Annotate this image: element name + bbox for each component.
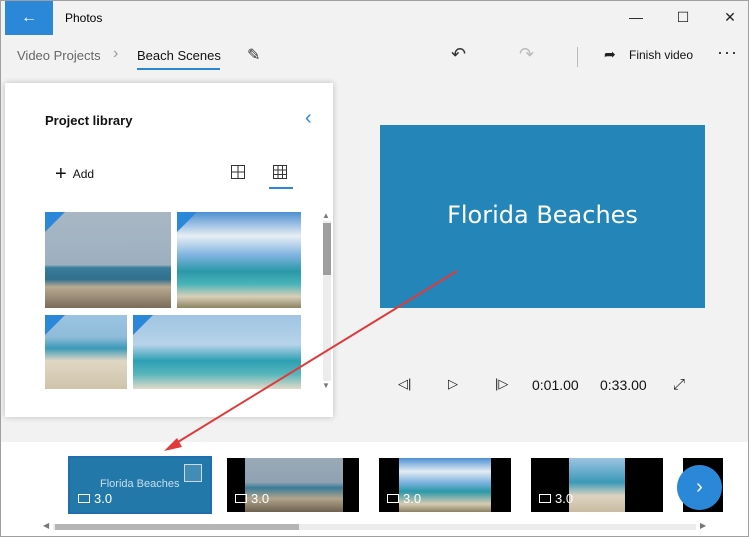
in-use-marker <box>45 315 65 335</box>
card-duration: 3.0 <box>387 491 421 506</box>
toolbar-divider <box>577 47 578 67</box>
in-use-marker <box>45 212 65 232</box>
duration-value: 3.0 <box>94 491 113 506</box>
in-use-marker <box>177 212 197 232</box>
scroll-left-icon[interactable]: ◀ <box>43 521 49 530</box>
storyboard-next-button[interactable]: › <box>677 465 722 510</box>
card-duration: 3.0 <box>78 491 112 506</box>
storyboard-card-photo-2[interactable]: 3.0 <box>379 458 511 512</box>
storyboard-scrollbar[interactable]: ◀ ▶ <box>43 521 706 531</box>
previous-frame-icon[interactable]: ◁| <box>398 376 411 392</box>
next-frame-icon[interactable]: |▷ <box>495 376 508 392</box>
photo-icon <box>78 494 90 503</box>
preview-title-card-text: Florida Beaches <box>447 200 638 229</box>
scroll-down-icon[interactable]: ▼ <box>322 381 330 390</box>
photo-icon <box>235 494 247 503</box>
card-title-text: Florida Beaches <box>100 478 180 490</box>
breadcrumb-video-projects[interactable]: Video Projects <box>17 48 101 63</box>
breadcrumb-active-underline <box>137 68 220 70</box>
photos-app-window: ← Photos — ☐ ✕ Video Projects › Beach Sc… <box>0 0 749 537</box>
library-item-beach-photo-2[interactable] <box>177 212 301 308</box>
title-bar: ← Photos — ☐ ✕ <box>1 1 748 37</box>
photo-icon <box>539 494 551 503</box>
video-preview[interactable]: Florida Beaches <box>380 125 705 308</box>
play-icon[interactable]: ▷ <box>448 376 458 392</box>
storyboard-card-title[interactable]: Florida Beaches 3.0 <box>68 456 212 514</box>
card-select-checkbox[interactable] <box>184 464 202 482</box>
view-mode-active-underline <box>269 187 293 189</box>
plus-icon: + <box>55 163 67 185</box>
library-item-beach-photo-4[interactable] <box>133 315 301 389</box>
storyboard-card-photo-3[interactable]: 3.0 <box>531 458 663 512</box>
chevron-right-icon: › <box>696 476 703 498</box>
large-thumbnails-view-icon[interactable] <box>231 165 245 179</box>
duration-value: 3.0 <box>403 491 422 506</box>
small-thumbnails-view-icon[interactable] <box>273 165 287 179</box>
maximize-button[interactable]: ☐ <box>673 9 693 26</box>
storyboard-card-photo-1[interactable]: 3.0 <box>227 458 359 512</box>
scroll-right-icon[interactable]: ▶ <box>700 521 706 530</box>
finish-video-button[interactable]: Finish video <box>629 48 693 62</box>
card-duration: 3.0 <box>539 491 573 506</box>
expand-fullscreen-icon[interactable]: ⤢ <box>673 376 685 393</box>
duration-value: 3.0 <box>251 491 270 506</box>
share-export-icon[interactable]: ➦ <box>604 46 616 63</box>
more-options-icon[interactable]: ··· <box>717 42 738 63</box>
add-media-button[interactable]: + Add <box>55 163 95 185</box>
storyboard: Florida Beaches 3.0 3.0 3.0 3.0 › ◀ ▶ <box>1 442 748 536</box>
scroll-up-icon[interactable]: ▲ <box>322 211 330 220</box>
project-toolbar: Video Projects › Beach Scenes ✎ ↶ ↷ ➦ Fi… <box>1 37 748 79</box>
library-item-beach-photo-1[interactable] <box>45 212 171 308</box>
redo-icon[interactable]: ↷ <box>519 44 534 65</box>
minimize-button[interactable]: — <box>626 9 646 25</box>
app-title: Photos <box>65 11 103 25</box>
duration-value: 3.0 <box>555 491 574 506</box>
library-item-beach-photo-3[interactable] <box>45 315 127 389</box>
project-library-panel: Project library ‹ + Add ▲ ▼ <box>5 83 333 417</box>
total-time: 0:33.00 <box>600 377 647 393</box>
add-label: Add <box>72 167 95 181</box>
breadcrumb-project-name[interactable]: Beach Scenes <box>137 48 221 63</box>
scrollbar-thumb[interactable] <box>323 223 331 275</box>
current-time: 0:01.00 <box>532 377 579 393</box>
undo-icon[interactable]: ↶ <box>451 44 466 65</box>
close-button[interactable]: ✕ <box>720 9 740 26</box>
arrow-left-icon: ← <box>21 9 37 26</box>
scrollbar-thumb[interactable] <box>55 524 299 530</box>
project-library-title: Project library <box>45 113 133 128</box>
library-scrollbar[interactable]: ▲ ▼ <box>321 211 331 391</box>
back-button[interactable]: ← <box>5 1 53 35</box>
rename-pencil-icon[interactable]: ✎ <box>247 45 260 65</box>
card-duration: 3.0 <box>235 491 269 506</box>
photo-icon <box>387 494 399 503</box>
card-thumbnail <box>569 458 625 512</box>
chevron-left-icon[interactable]: ‹ <box>305 107 312 130</box>
in-use-marker <box>133 315 153 335</box>
chevron-right-icon: › <box>113 45 119 62</box>
